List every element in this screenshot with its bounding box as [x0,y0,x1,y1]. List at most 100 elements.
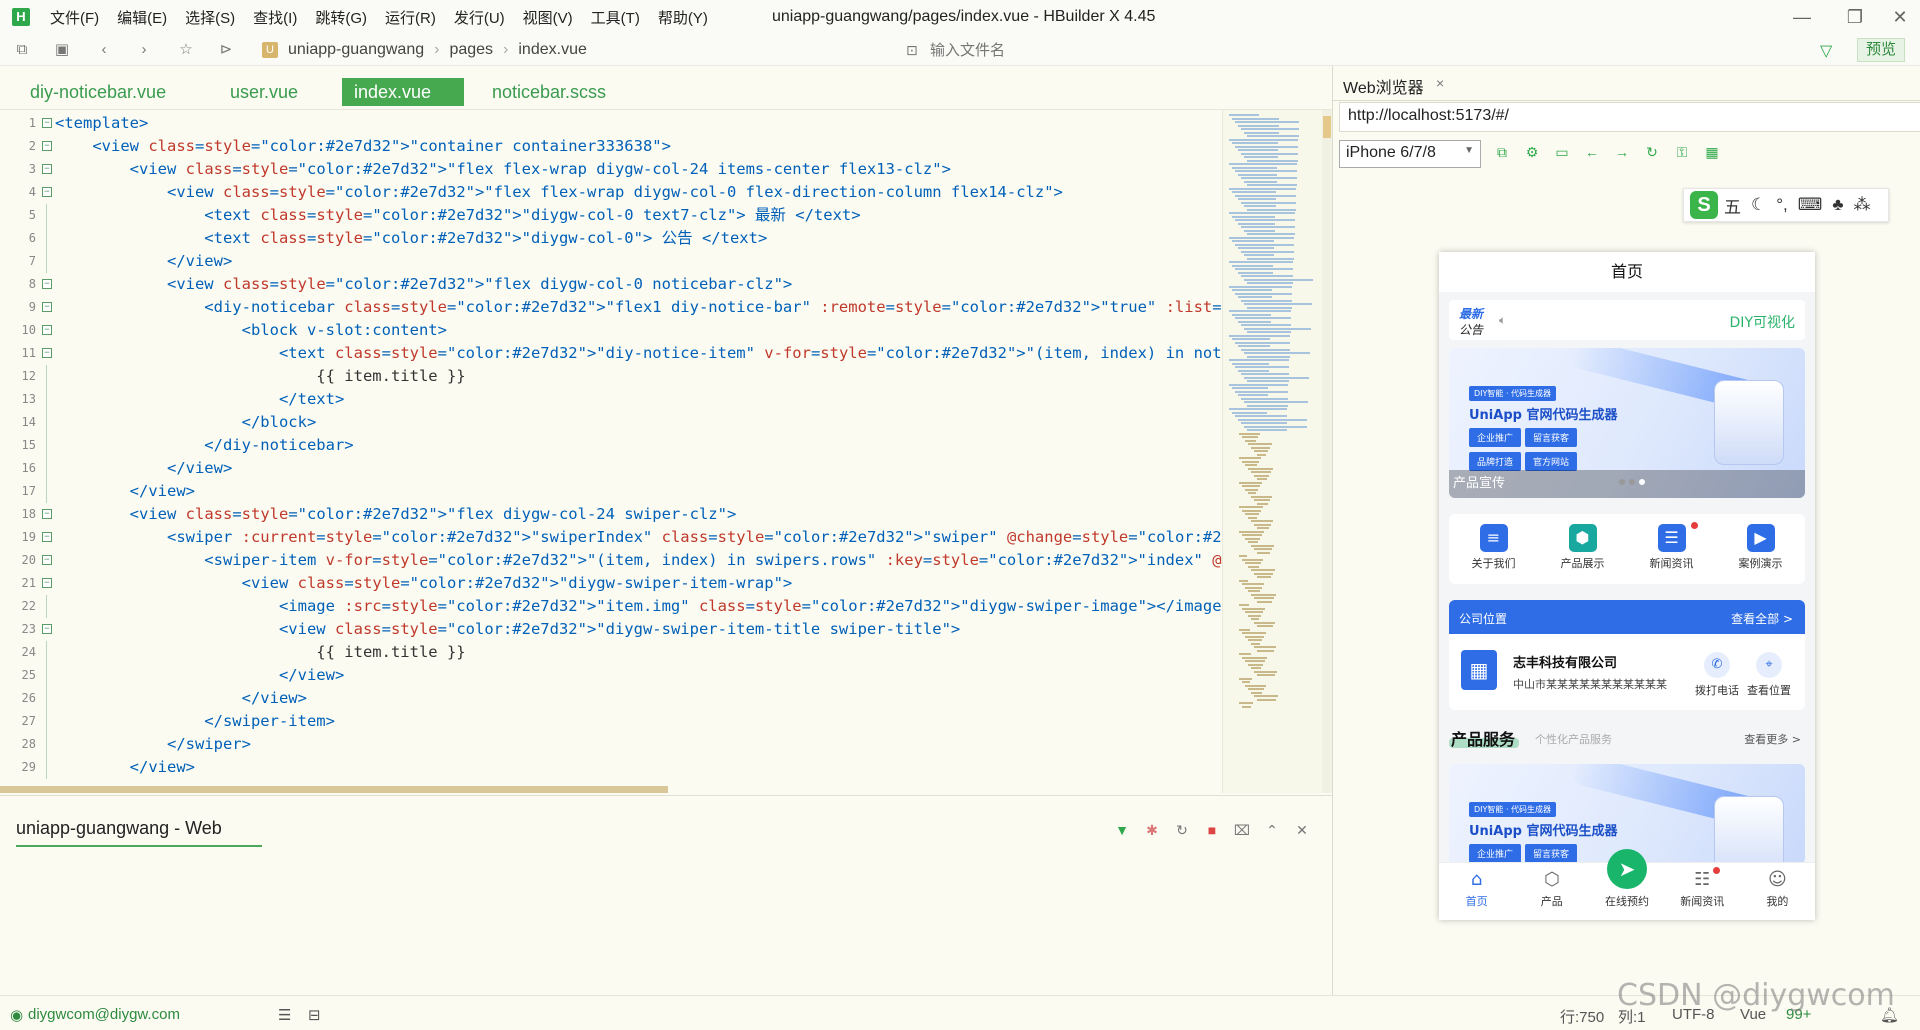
code-line[interactable]: 9− <diy-noticebar class=style="color:#2e… [0,296,1222,319]
close-console-icon[interactable]: ✕ [1293,822,1311,840]
code-line[interactable]: 19− <swiper :current=style="color:#2e7d3… [0,526,1222,549]
fold-toggle-icon[interactable]: − [42,302,52,312]
fold-toggle-icon[interactable]: − [42,578,52,588]
status-user[interactable]: diygwcom@diygw.com [28,1006,180,1023]
fold-toggle-icon[interactable]: − [42,348,52,358]
code-line[interactable]: 28 </swiper> [0,733,1222,756]
code-line[interactable]: 26 </view> [0,687,1222,710]
fold-toggle-icon[interactable]: − [42,624,52,634]
menu-publish[interactable]: 发行(U) [454,7,505,28]
code-line[interactable]: 10− <block v-slot:content> [0,319,1222,342]
clear-console-icon[interactable]: ⌧ [1233,822,1251,840]
code-line[interactable]: 27 </swiper-item> [0,710,1222,733]
tab-news[interactable]: ☷ 新闻资讯 [1665,863,1740,920]
swiper-indicator[interactable] [1615,471,1645,489]
menu-edit[interactable]: 编辑(E) [117,7,167,28]
save-icon[interactable]: ▣ [52,40,72,60]
tab-products[interactable]: ⬡ 产品 [1514,863,1589,920]
file-search-input[interactable] [900,39,1320,61]
list-icon[interactable]: ☰ [278,1006,291,1024]
code-line[interactable]: 17 </view> [0,480,1222,503]
tab-user[interactable]: user.vue [218,78,310,106]
breadcrumb-project[interactable]: uniapp-guangwang [288,41,424,59]
code-line[interactable]: 23− <view class=style="color:#2e7d32">"d… [0,618,1222,641]
code-line[interactable]: 12 {{ item.title }} [0,365,1222,388]
notice-bar[interactable]: 最新 公告 🔈︎ DIY可视化 [1449,300,1805,340]
minimap[interactable] [1222,110,1322,793]
qrcode-icon[interactable]: ▦ [1703,144,1721,162]
debug-icon[interactable]: ✱ [1143,822,1161,840]
code-line[interactable]: 5 <text class=style="color:#2e7d32">"diy… [0,204,1222,227]
quick-link-products[interactable]: ⬢ 产品展示 [1538,514,1627,584]
fold-toggle-icon[interactable]: − [42,187,52,197]
quick-link-cases[interactable]: ▶ 案例演示 [1716,514,1805,584]
view-more-link[interactable]: 查看更多 > [1744,731,1801,747]
menu-select[interactable]: 选择(S) [185,7,235,28]
notice-link[interactable]: DIY可视化 [1730,312,1795,332]
map-button[interactable]: ⌖ 查看位置 [1739,652,1799,698]
code-line[interactable]: 2− <view class=style="color:#2e7d32">"co… [0,135,1222,158]
code-line[interactable]: 24 {{ item.title }} [0,641,1222,664]
quick-link-news[interactable]: ☰ 新闻资讯 [1627,514,1716,584]
close-tab-icon[interactable]: × [1436,75,1444,91]
keyboard-icon[interactable]: ⌨ [1798,195,1823,215]
vertical-scrollbar-thumb[interactable] [1323,116,1331,138]
code-line[interactable]: 6 <text class=style="color:#2e7d32">"diy… [0,227,1222,250]
fold-toggle-icon[interactable]: − [42,325,52,335]
stop-icon[interactable]: ■ [1203,822,1221,840]
filter-icon[interactable]: ▽ [1820,41,1832,61]
filter-down-icon[interactable]: ▼ [1113,822,1131,840]
banner-swiper[interactable]: DIY智能 · 代码生成器 UniApp 官网代码生成器 企业推广 留言获客 品… [1449,348,1805,498]
code-line[interactable]: 3− <view class=style="color:#2e7d32">"fl… [0,158,1222,181]
fold-toggle-icon[interactable]: − [42,509,52,519]
fold-toggle-icon[interactable]: − [42,279,52,289]
close-window-button[interactable]: ✕ [1880,4,1920,30]
toolbox-icon[interactable]: ⁂ [1853,195,1870,215]
maximize-button[interactable]: ❐ [1835,4,1875,30]
tab-diy-noticebar[interactable]: diy-noticebar.vue [18,78,178,106]
fold-toggle-icon[interactable]: − [42,555,52,565]
call-button[interactable]: ✆ 拨打电话 [1687,652,1747,698]
menu-tools[interactable]: 工具(T) [591,7,640,28]
code-editor[interactable]: 1− <template> 2− <view class=style="color:… [0,110,1332,793]
lock-icon[interactable]: ⚿ [1673,144,1691,162]
tab-index[interactable]: index.vue [342,78,464,106]
console-tab[interactable]: uniapp-guangwang - Web [16,818,262,847]
reload-icon[interactable]: ↻ [1643,144,1661,162]
menu-help[interactable]: 帮助(Y) [658,7,708,28]
code-line[interactable]: 11− <text class=style="color:#2e7d32">"d… [0,342,1222,365]
tab-noticebar-scss[interactable]: noticebar.scss [480,78,618,106]
code-line[interactable]: 14 </block> [0,411,1222,434]
code-line[interactable]: 20− <swiper-item v-for=style="color:#2e7… [0,549,1222,572]
devtools-icon[interactable]: ▭ [1553,144,1571,162]
fold-toggle-icon[interactable]: − [42,164,52,174]
back-icon[interactable]: ‹ [94,40,114,60]
code-line[interactable]: 15 </diy-noticebar> [0,434,1222,457]
menu-find[interactable]: 查找(I) [253,7,297,28]
web-browser-tab[interactable]: Web浏览器 [1343,74,1424,98]
tab-mine[interactable]: ☺ 我的 [1740,863,1815,920]
fold-toggle-icon[interactable]: − [42,118,52,128]
menu-file[interactable]: 文件(F) [50,7,99,28]
menu-goto[interactable]: 跳转(G) [315,7,367,28]
menu-run[interactable]: 运行(R) [385,7,436,28]
code-line[interactable]: 18− <view class=style="color:#2e7d32">"f… [0,503,1222,526]
forward-icon[interactable]: › [134,40,154,60]
run-icon[interactable]: ⊳ [216,40,236,60]
skin-icon[interactable]: ♣ [1832,195,1843,215]
new-file-icon[interactable]: ⧉ [12,40,32,60]
vertical-scrollbar[interactable] [1322,110,1332,793]
fold-toggle-icon[interactable]: − [42,141,52,151]
fold-toggle-icon[interactable]: − [42,532,52,542]
horizontal-scrollbar[interactable] [0,786,668,793]
punctuation-icon[interactable]: °, [1776,195,1788,215]
back-arrow-icon[interactable]: ← [1583,144,1601,162]
code-line[interactable]: 8− <view class=style="color:#2e7d32">"fl… [0,273,1222,296]
moon-icon[interactable]: ☾ [1751,195,1766,215]
menu-view[interactable]: 视图(V) [523,7,573,28]
preview-button[interactable]: 预览 [1857,38,1905,62]
quick-link-about[interactable]: ≡ 关于我们 [1449,514,1538,584]
code-line[interactable]: 1− <template> [0,112,1222,135]
settings-icon[interactable]: ⚙ [1523,144,1541,162]
code-line[interactable]: 25 </view> [0,664,1222,687]
